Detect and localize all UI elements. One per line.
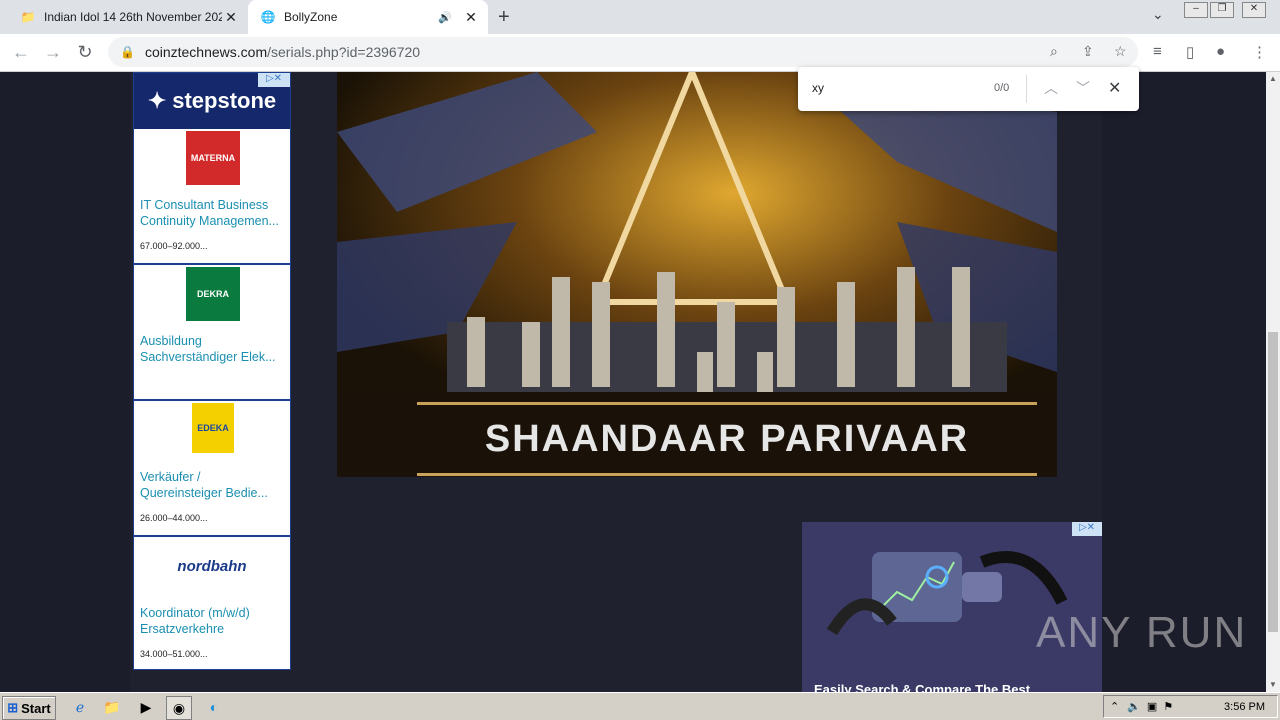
profile-icon[interactable]: ● [1216,43,1225,60]
chrome-taskbar-icon[interactable]: ◉ [166,696,192,720]
right-ad-banner[interactable]: ▷✕ Easily Search & Compare The Best [802,522,1102,692]
job-title-line1: IT Consultant Business [140,198,269,212]
back-icon[interactable]: ← [10,42,32,63]
internet-explorer-icon[interactable]: ℯ [68,696,92,718]
new-tab-icon[interactable]: + [498,6,510,29]
tab-title: Indian Idol 14 26th November 2023 [44,10,222,24]
tab-bollyzone[interactable]: 🌐 BollyZone 🔊 ✕ [248,0,488,34]
ad-image [802,522,1102,692]
find-divider [1026,75,1027,103]
url-path: /serials.php?id=2396720 [267,44,421,60]
job-title-line2: Quereinsteiger Bedie... [140,486,268,500]
left-ad-banner[interactable]: ✦ stepstone ▷✕ MATERNA IT Consultant Bus… [133,72,291,670]
folder-icon: 📁 [20,10,36,24]
nordbahn-logo: nordbahn [154,539,270,593]
job-title[interactable]: Ausbildung Sachverständiger Elek... [140,333,286,365]
job-title-line2: Ersatzverkehre [140,622,225,636]
job-title[interactable]: IT Consultant Business Continuity Managem… [140,197,286,229]
share-icon[interactable]: ⇪ [1082,43,1094,60]
lock-icon: 🔒 [120,45,135,59]
job-title-line1: Ausbildung [140,334,202,348]
edeka-logo: EDEKA [192,403,234,453]
restore-icon[interactable]: ❐ [1210,2,1234,18]
address-bar[interactable]: 🔒 coinztechnews.com/serials.php?id=23967… [108,37,1138,67]
network-icon[interactable]: ▣ [1147,700,1157,713]
system-tray: ⌃ 🔈 ▣ ⚑ 3:56 PM [1103,695,1278,718]
find-previous-icon[interactable]: ︿ [1044,78,1058,98]
ad-headline[interactable]: Easily Search & Compare The Best [814,682,1030,692]
media-player-icon[interactable]: ▶ [134,696,158,718]
file-explorer-icon[interactable]: 📁 [100,696,124,718]
menu-kebab-icon[interactable]: ⋮ [1252,43,1267,61]
close-tab-icon[interactable]: ✕ [222,9,240,26]
edge-icon[interactable]: ◐ [202,696,226,718]
find-input[interactable]: xy [812,81,824,95]
scroll-down-icon[interactable]: ▼ [1266,680,1280,689]
job-listing[interactable]: nordbahn Koordinator (m/w/d) Ersatzverkeh… [134,537,290,671]
job-title[interactable]: Koordinator (m/w/d) Ersatzverkehre [140,605,286,637]
show-caption: SHAANDAAR PARIVAAR [417,402,1037,476]
close-tab-icon[interactable]: ✕ [462,9,480,26]
job-listing[interactable]: DEKRA Ausbildung Sachverständiger Elek... [134,265,290,401]
tab-title: BollyZone [284,10,338,24]
find-close-icon[interactable]: ✕ [1108,78,1121,98]
side-panel-icon[interactable]: ▯ [1186,43,1194,61]
job-salary: 26.000–44.000... [140,513,208,523]
ad-close-icon[interactable]: ▷✕ [1072,522,1102,536]
adchoices-icon[interactable]: ▷✕ [258,73,290,87]
job-title[interactable]: Verkäufer / Quereinsteiger Bedie... [140,469,286,501]
job-listing[interactable]: EDEKA Verkäufer / Quereinsteiger Bedie...… [134,401,290,537]
reload-icon[interactable]: ↻ [74,42,96,63]
url-host: coinztechnews.com [144,44,268,60]
materna-logo: MATERNA [186,131,240,185]
tab-strip: 📁 Indian Idol 14 26th November 2023 ✕ 🌐 … [0,0,1280,34]
job-listing[interactable]: MATERNA IT Consultant Business Continuity… [134,129,290,265]
find-match-count: 0/0 [994,82,1010,94]
clock[interactable]: 3:56 PM [1224,701,1265,713]
find-bar: xy 0/0 ︿ ﹀ ✕ [798,67,1139,111]
tray-expand-icon[interactable]: ⌃ [1110,700,1119,713]
forward-icon[interactable]: → [42,42,64,63]
stepstone-brand: stepstone [172,88,277,113]
globe-icon: 🌐 [260,10,276,24]
dekra-logo: DEKRA [186,267,240,321]
find-next-icon[interactable]: ﹀ [1076,78,1090,98]
scrollbar-thumb[interactable] [1268,332,1278,632]
media-control-icon[interactable]: ≡ [1153,43,1162,60]
volume-icon[interactable]: 🔈 [1127,700,1141,713]
job-salary: 67.000–92.000... [140,241,208,251]
flag-icon[interactable]: ⚑ [1163,700,1173,713]
job-title-line1: Verkäufer / [140,470,201,484]
page-viewport: ✦ stepstone ▷✕ MATERNA IT Consultant Bus… [0,72,1266,692]
job-title-line2: Sachverständiger Elek... [140,350,276,364]
windows-taskbar: ⊞ Start ℯ 📁 ▶ ◉ ◐ ⌃ 🔈 ▣ ⚑ 3:56 PM [0,692,1280,720]
start-label: Start [21,700,51,716]
find-in-page-icon[interactable]: ⌕ [1050,43,1058,60]
job-salary: 34.000–51.000... [140,649,208,659]
start-button[interactable]: ⊞ Start [2,696,56,720]
tab-indian-idol[interactable]: 📁 Indian Idol 14 26th November 2023 ✕ [8,0,248,34]
windows-logo-icon: ⊞ [7,700,19,715]
job-title-line1: Koordinator (m/w/d) [140,606,250,620]
chevron-down-icon[interactable]: ⌄ [1152,6,1164,23]
anyrun-watermark: ANY RUN [1036,608,1248,657]
job-title-line2: Continuity Managemen... [140,214,279,228]
bookmark-star-icon[interactable]: ☆ [1114,43,1127,60]
scroll-up-icon[interactable]: ▲ [1266,74,1280,83]
video-player[interactable]: SHAANDAAR PARIVAAR [337,72,1057,477]
audio-icon[interactable]: 🔊 [436,11,454,24]
close-window-icon[interactable]: ✕ [1242,2,1266,18]
minimize-icon[interactable]: – [1184,2,1208,18]
